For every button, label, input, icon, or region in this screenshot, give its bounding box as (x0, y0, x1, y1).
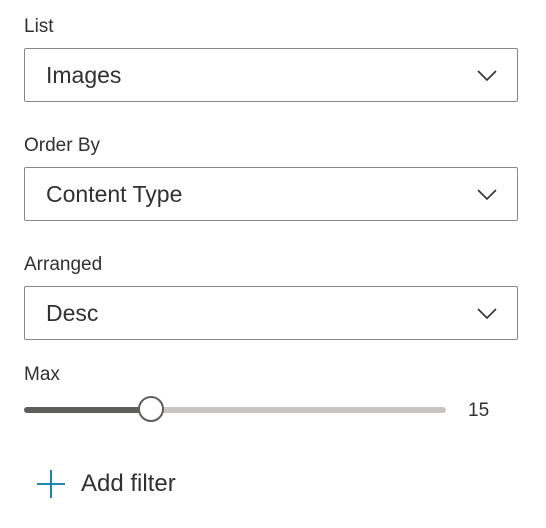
list-dropdown-value: Images (46, 62, 122, 88)
chevron-down-icon (477, 189, 497, 201)
max-slider-thumb[interactable] (137, 396, 164, 422)
list-dropdown[interactable]: Images (24, 48, 518, 102)
plus-icon (37, 470, 65, 498)
order-by-label: Order By (24, 135, 101, 156)
order-by-dropdown[interactable]: Content Type (24, 167, 518, 221)
filter-panel: List Images Order By Content Type Arrang… (0, 0, 546, 528)
arranged-dropdown[interactable]: Desc (24, 286, 518, 340)
max-label: Max (24, 364, 60, 385)
arranged-dropdown-value: Desc (46, 300, 99, 326)
max-slider-fill (24, 407, 151, 413)
add-filter-label: Add filter (81, 470, 176, 497)
max-slider-value: 15 (468, 400, 490, 421)
order-by-dropdown-value: Content Type (46, 181, 183, 207)
add-filter-button[interactable]: Add filter (36, 462, 176, 506)
chevron-down-icon (477, 70, 497, 82)
max-slider-track[interactable] (24, 407, 446, 413)
list-label: List (24, 16, 54, 37)
chevron-down-icon (477, 308, 497, 320)
arranged-label: Arranged (24, 254, 103, 275)
